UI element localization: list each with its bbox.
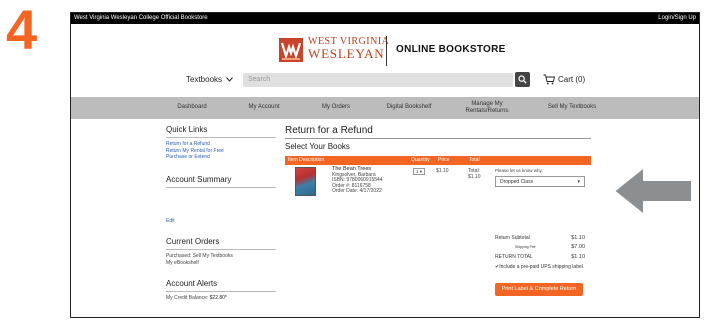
ups-label-text: Include a pre-paid UPS shipping label. [499, 264, 585, 270]
reason-dropdown[interactable]: Dropped Class ▾ [495, 176, 585, 187]
credit-balance-value: $22.80* [209, 295, 227, 301]
chevron-down-icon [226, 77, 233, 82]
return-total-value: $1.10 [571, 254, 585, 260]
subtotal-value: $1.10 [571, 235, 585, 241]
cart-label: Cart (0) [558, 75, 586, 84]
search-row: Textbooks Search Cart (0) [71, 72, 699, 88]
sidebar: Quick Links Return for a Refund Return M… [166, 125, 276, 302]
page-title: Return for a Refund [285, 125, 591, 139]
search-input[interactable]: Search [243, 73, 513, 87]
main-nav: Dashboard My Account My Orders Digital B… [71, 97, 699, 119]
shipping-label: Shipping Fee [515, 245, 536, 249]
login-link[interactable]: Login/Sign Up [658, 13, 696, 24]
quick-link-purchase-extend[interactable]: Purchase or Extend [166, 154, 276, 161]
wesleyan-logo-icon[interactable] [278, 37, 304, 63]
book-total-value: $1.10 [468, 174, 481, 180]
summary-subtotal: Return Subtotal $1.10 [495, 235, 585, 241]
search-icon [518, 75, 527, 84]
pointer-arrow-icon [613, 166, 693, 216]
summary-shipping: Shipping Fee $7.00 [495, 244, 585, 251]
header-quantity: Quantity [411, 157, 430, 163]
online-bookstore-label: ONLINE BOOKSTORE [396, 44, 506, 55]
site-name: West Virginia Wesleyan College Official … [74, 15, 208, 21]
table-header: Item Description Quantity Price Total [285, 156, 591, 165]
book-info: The Bean Trees Kingsolver, Barbara ISBN:… [332, 166, 383, 195]
cart-link[interactable]: Cart (0) [543, 74, 585, 85]
account-alerts-title: Account Alerts [166, 279, 276, 292]
shipping-value: $7.00 [571, 244, 585, 250]
edit-link[interactable]: Edit [166, 218, 276, 225]
header-item: Item Description [288, 157, 325, 163]
logo-text[interactable]: WEST VIRGINIA WESLEYAN [308, 37, 389, 61]
header-price: Price [438, 157, 450, 163]
quantity-value: 1 [415, 169, 419, 174]
credit-balance-label: My Credit Balance: [166, 295, 209, 301]
site-header: WEST VIRGINIA WESLEYAN ONLINE BOOKSTORE [71, 33, 699, 73]
book-total: Total: $1.10 [468, 168, 481, 180]
logo-divider [386, 36, 387, 66]
credit-balance: My Credit Balance: $22.80* [166, 295, 276, 302]
chevron-down-icon: ▾ [577, 179, 580, 185]
account-summary-title: Account Summary [166, 175, 276, 188]
summary-return-total: RETURN TOTAL $1.10 [495, 254, 585, 260]
nav-digital-bookshelf[interactable]: Digital Bookshelf [377, 97, 441, 119]
quick-links-title: Quick Links [166, 125, 276, 138]
reason-label: Please let us know why: [495, 168, 544, 173]
ups-label-option[interactable]: ✔Include a pre-paid UPS shipping label. [495, 264, 585, 270]
print-label-button[interactable]: Print Label & Complete Return [495, 283, 583, 296]
book-order-date: Order Date: 4/17/2022 [332, 188, 382, 195]
reason-selected: Dropped Class [500, 179, 534, 185]
nav-sell-textbooks[interactable]: Sell My Textbooks [539, 97, 605, 119]
book-price: $1.10 [436, 168, 449, 174]
subtotal-label: Return Subtotal [495, 235, 530, 241]
book-cover-image [295, 167, 316, 196]
browser-window: West Virginia Wesleyan College Official … [70, 12, 700, 318]
nav-my-account[interactable]: My Account [239, 97, 289, 119]
page-subtitle: Select Your Books [285, 142, 350, 151]
current-order-ebookshelf[interactable]: My eBookshelf [166, 260, 276, 267]
category-select[interactable]: Textbooks [186, 75, 233, 84]
top-bar: West Virginia Wesleyan College Official … [71, 13, 699, 24]
search-button[interactable] [515, 72, 530, 87]
return-total-label: RETURN TOTAL [495, 254, 533, 260]
nav-dashboard[interactable]: Dashboard [166, 97, 218, 119]
header-total: Total [469, 157, 480, 163]
nav-my-orders[interactable]: My Orders [313, 97, 359, 119]
step-number: 4 [6, 0, 38, 61]
tutorial-screenshot: 4 West Virginia Wesleyan College Officia… [0, 0, 704, 324]
quantity-select[interactable]: 1 ▾ [413, 168, 425, 175]
logo-line-2: WESLEYAN [308, 46, 385, 61]
nav-manage-rentals[interactable]: Manage My Rentals/Returns [457, 97, 517, 119]
cart-icon [543, 74, 555, 85]
current-orders-title: Current Orders [166, 237, 276, 250]
category-label: Textbooks [186, 75, 223, 84]
